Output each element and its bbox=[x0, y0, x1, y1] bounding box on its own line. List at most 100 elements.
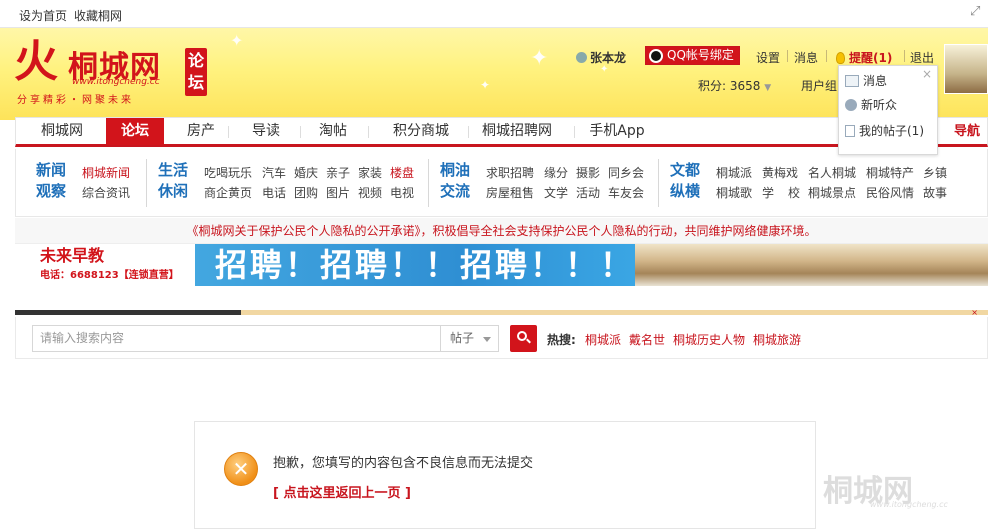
bookmark-link[interactable]: 收藏桐网 bbox=[74, 7, 122, 24]
logout-link[interactable]: 退出 bbox=[910, 49, 934, 66]
points-display[interactable]: 积分: 3658 ▼ bbox=[698, 77, 771, 94]
person-icon bbox=[845, 99, 857, 111]
category-link[interactable]: 桐城派 bbox=[716, 164, 752, 181]
category-link[interactable]: 视频 bbox=[358, 184, 382, 201]
category-link[interactable]: 车友会 bbox=[608, 184, 644, 201]
category-link[interactable]: 综合资讯 bbox=[82, 184, 130, 201]
username[interactable]: 张本龙 bbox=[576, 49, 626, 66]
category-label[interactable]: 观察 bbox=[36, 180, 66, 202]
search-type-select[interactable]: 帖子 bbox=[440, 325, 499, 352]
settings-link[interactable]: 设置 bbox=[756, 49, 780, 66]
banner-phone: 电话：6688123【连锁直营】 bbox=[40, 270, 179, 281]
category-link[interactable]: 亲子 bbox=[326, 164, 350, 181]
category-link[interactable]: 同乡会 bbox=[608, 164, 644, 181]
category-link[interactable]: 商企黄页 bbox=[204, 184, 252, 201]
category-link[interactable]: 故事 bbox=[923, 184, 947, 201]
category-link[interactable]: 婚庆 bbox=[294, 164, 318, 181]
nav-item-jobs[interactable]: 桐城招聘网 bbox=[474, 118, 560, 145]
search-input[interactable]: 请输入搜索内容 bbox=[32, 325, 442, 352]
category-link[interactable]: 桐城新闻 bbox=[82, 164, 130, 181]
dropdown-item-my-posts[interactable]: 我的帖子(1) bbox=[845, 122, 924, 140]
category-link[interactable]: 楼盘 bbox=[390, 164, 414, 181]
category-link[interactable]: 桐城歌 bbox=[716, 184, 752, 201]
search-button[interactable] bbox=[510, 325, 537, 352]
watermark-url: www.itongcheng.cc bbox=[870, 500, 948, 509]
category-link[interactable]: 民俗风情 bbox=[866, 184, 914, 201]
category-label[interactable]: 交流 bbox=[440, 180, 470, 202]
points-label: 积分: 3658 bbox=[698, 79, 761, 93]
expand-icon[interactable]: ⤢ bbox=[970, 5, 984, 19]
nav-item-taotie[interactable]: 淘帖 bbox=[306, 118, 360, 145]
banner-brand-panel: 未来早教 电话：6688123【连锁直营】 bbox=[15, 244, 195, 286]
category-link[interactable]: 乡镇 bbox=[923, 164, 947, 181]
category-link[interactable]: 求职招聘 bbox=[486, 164, 534, 181]
category-link[interactable]: 桐城特产 bbox=[866, 164, 914, 181]
nav-guide-label: 导航 bbox=[954, 124, 981, 139]
banner-photo bbox=[635, 244, 988, 286]
divider bbox=[904, 50, 905, 62]
caret-down-icon bbox=[483, 337, 491, 342]
divider bbox=[300, 126, 301, 138]
star-decoration: ✦ bbox=[480, 78, 491, 92]
set-homepage-link[interactable]: 设为首页 bbox=[19, 7, 67, 24]
nav-item-house[interactable]: 房产 bbox=[174, 118, 228, 145]
dropdown-label: 新听众 bbox=[861, 98, 898, 112]
dropdown-item-messages[interactable]: 消息 bbox=[845, 72, 887, 90]
category-link[interactable]: 学 bbox=[762, 184, 774, 201]
divider bbox=[368, 126, 369, 138]
category-link[interactable]: 缘分 bbox=[544, 164, 568, 181]
category-label[interactable]: 桐油 bbox=[440, 159, 470, 181]
privacy-notice-link[interactable]: 《桐城网关于保护公民个人隐私的公开承诺》，积极倡导全社会支持保护公民个人隐私的行… bbox=[15, 218, 988, 244]
nav-guide-button[interactable]: 导航 ▼ bbox=[938, 118, 988, 165]
close-icon[interactable]: × bbox=[922, 67, 932, 81]
ad-strip: × bbox=[15, 308, 988, 317]
nav-item-points-mall[interactable]: 积分商城 bbox=[376, 118, 466, 145]
category-link[interactable]: 吃喝玩乐 bbox=[204, 164, 252, 181]
category-label[interactable]: 纵横 bbox=[670, 180, 700, 202]
category-link[interactable]: 电话 bbox=[262, 184, 286, 201]
qq-bind-button[interactable]: QQ帐号绑定 bbox=[645, 46, 740, 65]
remind-link[interactable]: 提醒(1) bbox=[836, 49, 892, 66]
divider bbox=[658, 159, 659, 207]
avatar[interactable] bbox=[944, 44, 988, 94]
category-link[interactable]: 黄梅戏 bbox=[762, 164, 798, 181]
category-link[interactable]: 电视 bbox=[390, 184, 414, 201]
banner-brand: 未来早教 bbox=[40, 246, 105, 265]
category-link[interactable]: 团购 bbox=[294, 184, 318, 201]
category-link[interactable]: 桐城景点 bbox=[808, 184, 856, 201]
category-label[interactable]: 生活 bbox=[158, 159, 188, 181]
nav-item-guide-read[interactable]: 导读 bbox=[236, 118, 296, 145]
category-link[interactable]: 房屋租售 bbox=[486, 184, 534, 201]
nav-item-forum[interactable]: 论坛 bbox=[106, 118, 164, 145]
document-icon bbox=[845, 125, 855, 137]
category-label[interactable]: 文都 bbox=[670, 159, 700, 181]
hot-search-link[interactable]: 桐城派 bbox=[585, 331, 621, 348]
category-link[interactable]: 摄影 bbox=[576, 164, 600, 181]
dropdown-item-new-followers[interactable]: 新听众 bbox=[845, 96, 897, 114]
hot-search-link[interactable]: 戴名世 bbox=[629, 331, 665, 348]
category-link[interactable]: 文学 bbox=[544, 184, 568, 201]
hot-search-label: 热搜: bbox=[547, 333, 576, 347]
nav-item-mobile-app[interactable]: 手机App bbox=[582, 118, 652, 145]
divider bbox=[826, 50, 827, 62]
banner-headline-panel: 招聘！招聘！！招聘！！！ bbox=[195, 244, 635, 286]
category-link[interactable]: 图片 bbox=[326, 184, 350, 201]
category-link[interactable]: 汽车 bbox=[262, 164, 286, 181]
qq-bind-label: QQ帐号绑定 bbox=[667, 48, 734, 62]
hot-search-link[interactable]: 桐城旅游 bbox=[753, 331, 801, 348]
messages-link[interactable]: 消息 bbox=[794, 49, 818, 66]
nav-item-tongcheng[interactable]: 桐城网 bbox=[28, 118, 96, 145]
banner-ad[interactable]: 未来早教 电话：6688123【连锁直营】 招聘！招聘！！招聘！！！ bbox=[15, 244, 988, 286]
category-label[interactable]: 新闻 bbox=[36, 159, 66, 181]
category-link[interactable]: 活动 bbox=[576, 184, 600, 201]
category-link[interactable]: 校 bbox=[788, 184, 800, 201]
hot-search-link[interactable]: 桐城历史人物 bbox=[673, 331, 745, 348]
close-icon[interactable]: × bbox=[971, 308, 978, 317]
category-link[interactable]: 家装 bbox=[358, 164, 382, 181]
user-group-link[interactable]: 用户组 bbox=[801, 77, 837, 94]
category-label[interactable]: 休闲 bbox=[158, 180, 188, 202]
category-link[interactable]: 名人桐城 bbox=[808, 164, 856, 181]
bulb-icon bbox=[836, 52, 845, 64]
error-message: 抱歉，您填写的内容包含不良信息而无法提交 bbox=[273, 456, 534, 471]
go-back-link[interactable]: [ 点击这里返回上一页 ] bbox=[273, 482, 411, 501]
